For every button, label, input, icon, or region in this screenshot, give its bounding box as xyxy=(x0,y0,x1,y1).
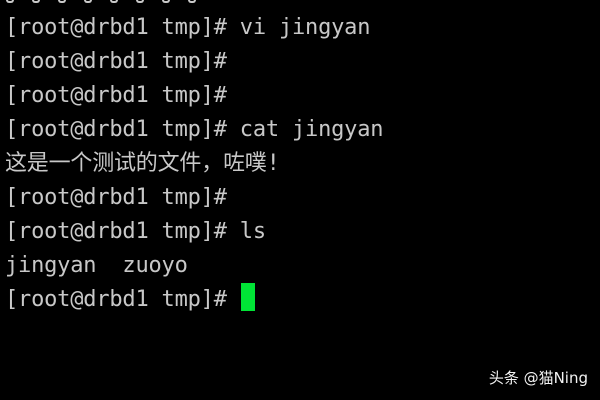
watermark: 头条 @猫Ning xyxy=(488,369,588,387)
clipped-previous-line xyxy=(4,0,234,3)
terminal-output: [root@drbd1 tmp]# vi jingyan [root@drbd1… xyxy=(5,11,595,317)
terminal-line: 这是一个测试的文件，咗噗! xyxy=(5,151,280,176)
terminal-line: jingyan zuoyo xyxy=(5,253,188,278)
terminal-window[interactable]: [root@drbd1 tmp]# vi jingyan [root@drbd1… xyxy=(0,0,600,400)
terminal-line: [root@drbd1 tmp]# xyxy=(5,83,227,108)
text-cursor xyxy=(240,283,255,311)
terminal-line: [root@drbd1 tmp]# xyxy=(5,185,227,210)
terminal-line: [root@drbd1 tmp]# xyxy=(5,49,227,74)
terminal-prompt: [root@drbd1 tmp]# xyxy=(5,287,240,312)
terminal-line: [root@drbd1 tmp]# ls xyxy=(5,219,266,244)
terminal-prompt-line[interactable]: [root@drbd1 tmp]# xyxy=(5,283,595,317)
terminal-line: [root@drbd1 tmp]# cat jingyan xyxy=(5,117,384,142)
terminal-line: [root@drbd1 tmp]# vi jingyan xyxy=(5,15,371,40)
